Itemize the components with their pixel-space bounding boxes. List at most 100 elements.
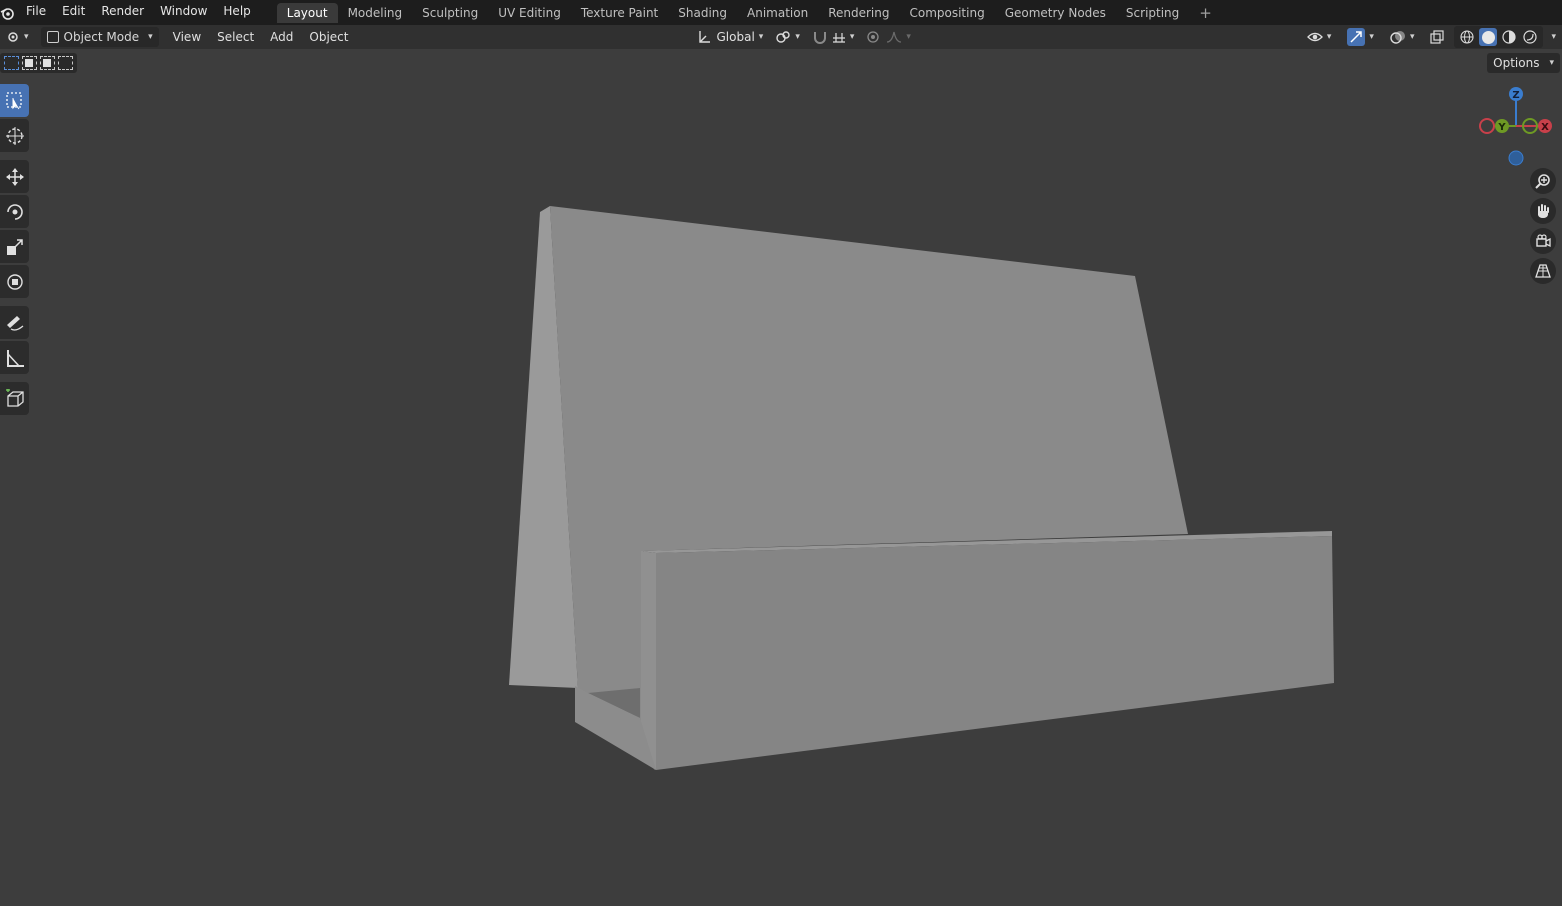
menu-add[interactable]: Add [264, 27, 299, 47]
magnet-icon [813, 32, 826, 44]
menu-file[interactable]: File [18, 0, 54, 25]
proportional-icon [867, 31, 880, 43]
material-sphere-icon [1502, 30, 1517, 44]
snap-increment-icon [832, 33, 845, 43]
select-invert-icon[interactable] [58, 56, 73, 70]
axis-neg-z-handle[interactable] [1508, 150, 1524, 166]
axis-neg-x-handle[interactable] [1479, 118, 1495, 134]
options-dropdown[interactable]: Options ▾ [1487, 53, 1560, 73]
blender-logo-icon[interactable] [0, 6, 14, 20]
perspective-grid-icon [1535, 264, 1551, 278]
chevron-down-icon: ▾ [148, 32, 153, 42]
shading-material-button[interactable] [1500, 28, 1518, 46]
chevron-down-icon: ▾ [1326, 32, 1332, 42]
xray-toggle[interactable] [1424, 27, 1450, 47]
object-mode-icon [46, 31, 59, 43]
add-cube-icon [5, 388, 24, 407]
select-mode-toggles [0, 53, 77, 73]
shading-options-chevron-icon[interactable]: ▾ [1551, 32, 1556, 42]
tab-layout[interactable]: Layout [276, 2, 338, 23]
camera-view-button[interactable] [1530, 228, 1556, 254]
move-icon [5, 167, 24, 186]
tab-texture-paint[interactable]: Texture Paint [571, 3, 668, 23]
falloff-icon [887, 31, 902, 43]
perspective-toggle-button[interactable] [1530, 258, 1556, 284]
proportional-editing-toggle[interactable]: ▾ [860, 27, 917, 47]
tool-add-cube[interactable] [0, 382, 29, 415]
tool-cursor[interactable] [0, 119, 29, 152]
tab-shading[interactable]: Shading [668, 3, 737, 23]
menu-window[interactable]: Window [152, 0, 215, 25]
solid-sphere-icon [1481, 30, 1495, 44]
chevron-down-icon: ▾ [1409, 32, 1415, 42]
navigation-gizmo[interactable]: Z Y X [1478, 84, 1558, 168]
editor-type-dropdown[interactable]: ▾ [0, 27, 35, 47]
tool-select-box[interactable] [0, 84, 29, 117]
zoom-icon [1535, 174, 1550, 189]
select-new-icon[interactable] [4, 56, 19, 70]
tool-rotate[interactable] [0, 195, 29, 228]
shading-modes [1454, 26, 1544, 48]
axis-z-label: Z [1512, 90, 1519, 101]
pan-button[interactable] [1530, 198, 1556, 224]
add-workspace-button[interactable]: + [1189, 3, 1222, 23]
tool-move[interactable] [0, 160, 29, 193]
snap-toggle[interactable]: ▾ [806, 27, 861, 47]
mode-dropdown[interactable]: Object Mode ▾ [40, 27, 159, 47]
annotate-icon [6, 315, 23, 331]
shading-solid-button[interactable] [1479, 28, 1498, 46]
tool-transform[interactable] [0, 265, 29, 298]
chevron-down-icon: ▾ [1549, 58, 1554, 68]
pivot-icon [776, 31, 791, 43]
top-menu-bar: File Edit Render Window Help Layout Mode… [0, 0, 1562, 25]
scale-icon [6, 238, 23, 255]
tab-sculpting[interactable]: Sculpting [412, 3, 488, 23]
tab-geometry-nodes[interactable]: Geometry Nodes [995, 3, 1116, 23]
tool-measure[interactable] [0, 341, 29, 374]
gizmo-toggle[interactable]: ▾ [1341, 27, 1380, 47]
tool-scale[interactable] [0, 230, 29, 263]
cursor-icon [5, 126, 24, 145]
xray-icon [1430, 30, 1445, 44]
pan-hand-icon [1538, 204, 1549, 218]
select-box-icon [5, 91, 22, 109]
chevron-down-icon: ▾ [849, 32, 855, 42]
zoom-button[interactable] [1530, 168, 1556, 194]
select-extend-icon[interactable] [22, 56, 37, 70]
visibility-dropdown[interactable]: ▾ [1301, 27, 1338, 47]
shading-rendered-button[interactable] [1521, 28, 1539, 46]
tool-shelf [0, 84, 30, 417]
chevron-down-icon: ▾ [1369, 32, 1374, 42]
orientation-label: Global [716, 30, 755, 44]
menu-edit[interactable]: Edit [54, 0, 93, 25]
menu-render[interactable]: Render [93, 0, 152, 25]
overlays-dropdown[interactable]: ▾ [1384, 27, 1421, 47]
viewport-navigation [1530, 168, 1558, 288]
gizmo-icon [1347, 28, 1366, 46]
menu-select[interactable]: Select [211, 27, 260, 47]
editor-type-icon [8, 32, 18, 42]
menu-help[interactable]: Help [215, 0, 258, 25]
workspace-tabs: Layout Modeling Sculpting UV Editing Tex… [276, 0, 1222, 25]
pivot-point-dropdown[interactable]: ▾ [769, 27, 806, 47]
orientation-dropdown[interactable]: Global ▾ [691, 27, 770, 47]
menu-view[interactable]: View [167, 27, 207, 47]
options-label: Options [1493, 56, 1540, 70]
chevron-down-icon: ▾ [758, 32, 764, 42]
tab-compositing[interactable]: Compositing [899, 3, 994, 23]
tool-annotate[interactable] [0, 306, 29, 339]
shading-wireframe-button[interactable] [1458, 28, 1476, 46]
tab-uv-editing[interactable]: UV Editing [488, 3, 571, 23]
header-right-tools: ▾ ▾ ▾ ▾ [1301, 26, 1556, 48]
overlays-icon [1390, 31, 1405, 44]
tab-animation[interactable]: Animation [737, 3, 818, 23]
tab-rendering[interactable]: Rendering [818, 3, 899, 23]
axis-y-label: Y [1497, 122, 1506, 133]
menu-object[interactable]: Object [303, 27, 354, 47]
tab-modeling[interactable]: Modeling [338, 3, 413, 23]
tab-scripting[interactable]: Scripting [1116, 3, 1189, 23]
select-subtract-icon[interactable] [40, 56, 55, 70]
chevron-down-icon: ▾ [795, 32, 800, 42]
3d-viewport[interactable] [0, 49, 1562, 906]
mode-label: Object Mode [63, 30, 140, 44]
